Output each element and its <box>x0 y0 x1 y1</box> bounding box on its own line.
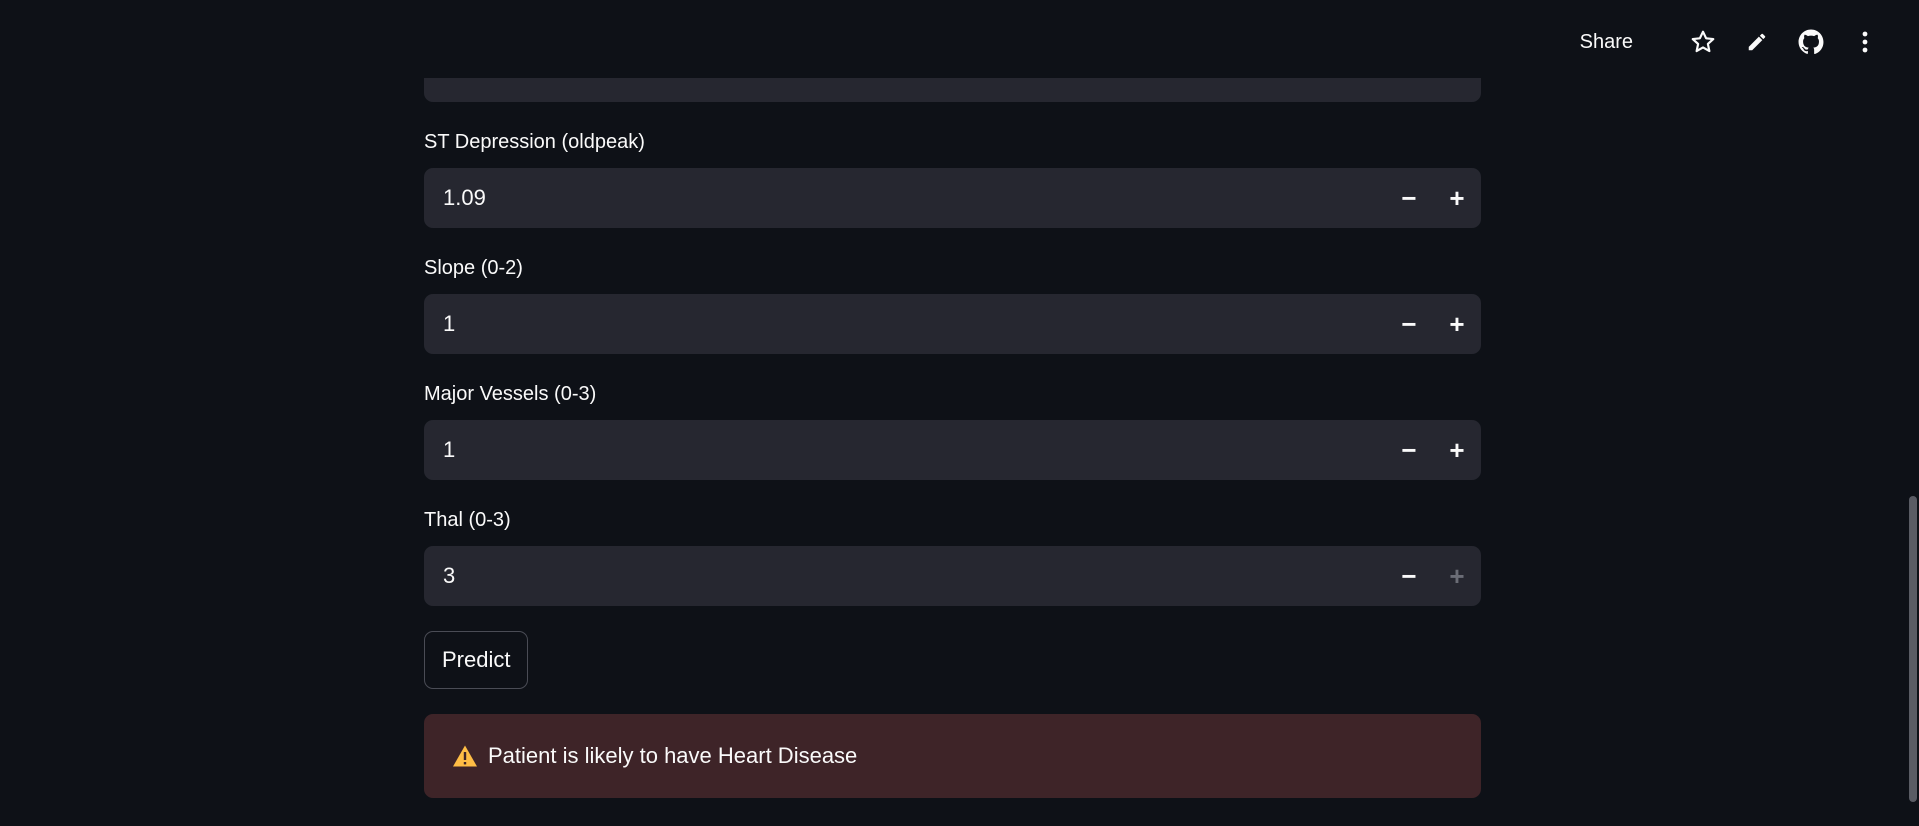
app-toolbar: Share <box>1580 22 1879 62</box>
github-icon[interactable] <box>1797 28 1825 56</box>
input-value[interactable]: 1 <box>424 437 1385 463</box>
pencil-icon[interactable] <box>1743 28 1771 56</box>
increment-button[interactable]: + <box>1433 294 1481 354</box>
star-icon[interactable] <box>1689 28 1717 56</box>
decrement-button[interactable]: − <box>1385 546 1433 606</box>
slope-input[interactable]: 1 − + <box>424 294 1481 354</box>
field-label-slope: Slope (0-2) <box>424 257 523 279</box>
previous-number-input[interactable] <box>424 78 1481 102</box>
field-label-st-depression: ST Depression (oldpeak) <box>424 131 645 153</box>
field-label-major-vessels: Major Vessels (0-3) <box>424 383 597 405</box>
more-vertical-icon[interactable] <box>1851 28 1879 56</box>
increment-button[interactable]: + <box>1433 546 1481 606</box>
major-vessels-input[interactable]: 1 − + <box>424 420 1481 480</box>
predict-button[interactable]: Predict <box>424 631 529 689</box>
decrement-button[interactable]: − <box>1385 420 1433 480</box>
decrement-button[interactable]: − <box>1385 168 1433 228</box>
alert-message: Patient is likely to have Heart Disease <box>488 743 858 768</box>
decrement-button[interactable]: − <box>1385 294 1433 354</box>
increment-button[interactable]: + <box>1433 420 1481 480</box>
thal-input[interactable]: 3 − + <box>424 546 1481 606</box>
input-value[interactable]: 1.09 <box>424 185 1385 211</box>
warning-icon <box>452 744 478 768</box>
increment-button[interactable]: + <box>1433 168 1481 228</box>
field-label-thal: Thal (0-3) <box>424 509 511 531</box>
st-depression-input[interactable]: 1.09 − + <box>424 168 1481 228</box>
scrollbar[interactable] <box>1907 0 1919 826</box>
result-alert: Patient is likely to have Heart Disease <box>424 714 1481 798</box>
share-button[interactable]: Share <box>1580 31 1633 54</box>
scrollbar-thumb[interactable] <box>1909 496 1917 802</box>
input-value[interactable]: 1 <box>424 311 1385 337</box>
input-value[interactable]: 3 <box>424 563 1385 589</box>
